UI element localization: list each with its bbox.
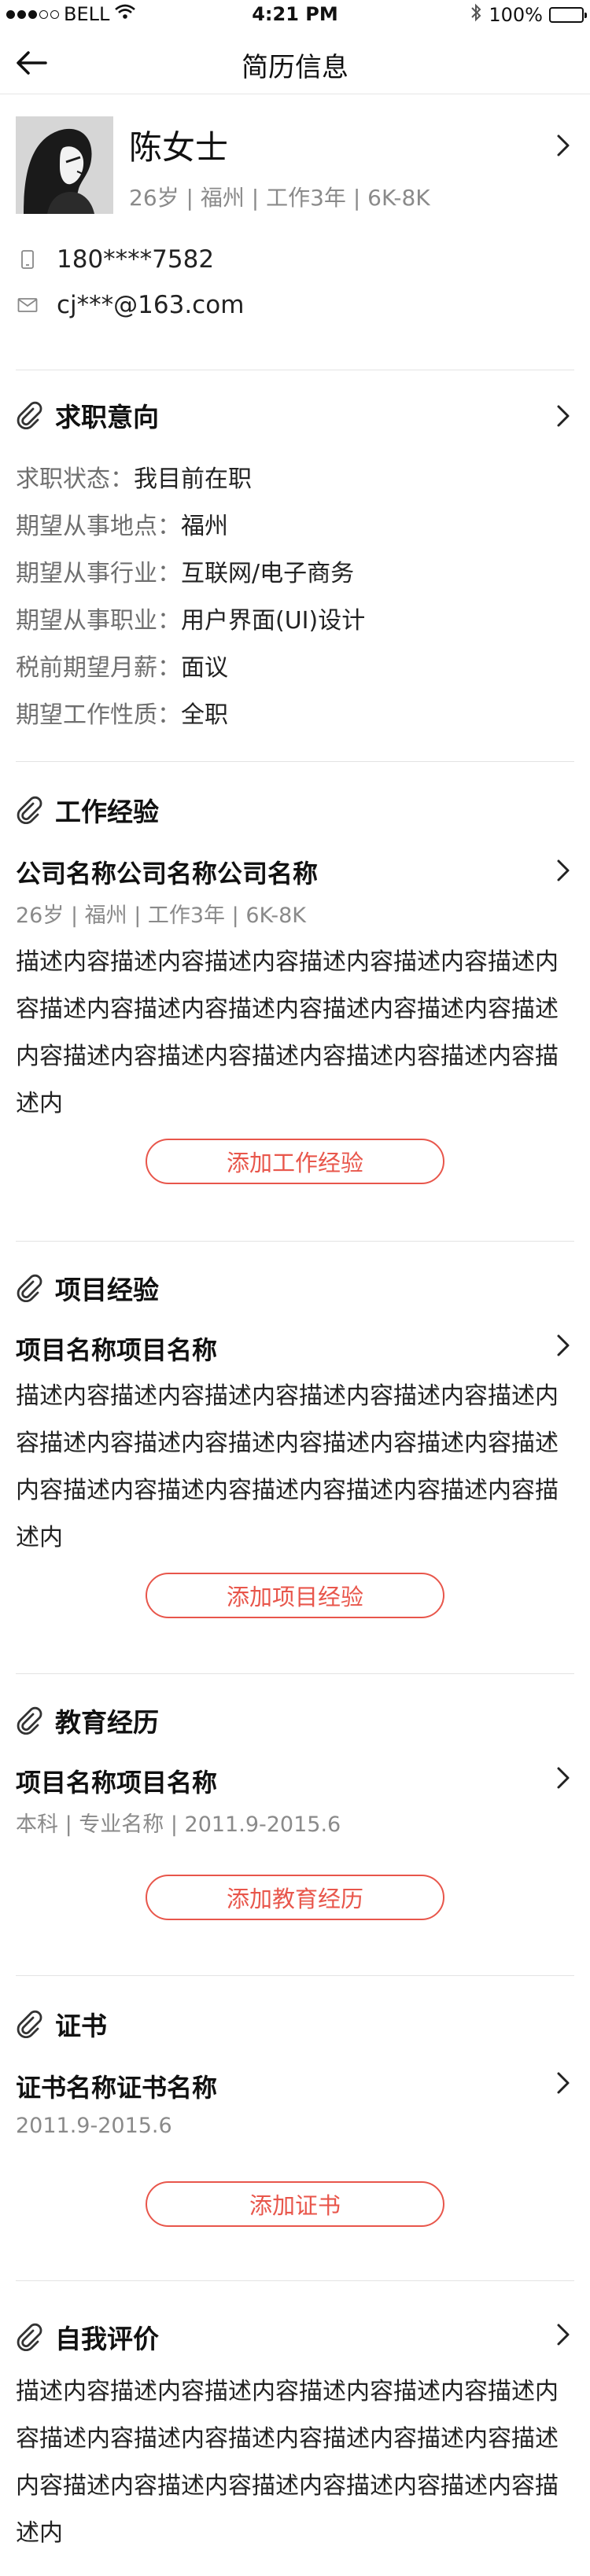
status-bar: BELL 4:21 PM 100% bbox=[0, 0, 590, 31]
certificate-item-meta: 2011.9-2015.6 bbox=[16, 2114, 172, 2138]
intention-row: 求职状态：我目前在职 bbox=[16, 466, 252, 493]
chevron-right-icon[interactable] bbox=[555, 134, 571, 157]
intention-row: 税前期望月薪：面议 bbox=[16, 654, 228, 682]
work-section: 工作经验 公司名称公司名称公司名称 26岁 | 福州 | 工作3年 | 6K-8… bbox=[16, 793, 574, 1186]
paperclip-icon bbox=[16, 2010, 44, 2039]
divider bbox=[16, 1673, 574, 1674]
education-item-meta: 本科 | 专业名称 | 2011.9-2015.6 bbox=[16, 1812, 341, 1837]
phone-icon bbox=[16, 248, 39, 271]
intention-row: 期望从事职业：用户界面(UI)设计 bbox=[16, 607, 366, 635]
paperclip-icon bbox=[16, 1274, 44, 1303]
paperclip-icon bbox=[16, 796, 44, 825]
intention-row: 期望从事地点：福州 bbox=[16, 513, 228, 540]
section-title: 证书 bbox=[55, 2011, 107, 2041]
work-description: 描述内容描述内容描述内容描述内容描述内容描述内容描述内容描述内容描述内容描述内容… bbox=[16, 948, 559, 1117]
work-item-meta: 26岁 | 福州 | 工作3年 | 6K-8K bbox=[16, 903, 306, 928]
section-title: 项目经验 bbox=[55, 1275, 159, 1305]
profile-section[interactable]: 陈女士 26岁 | 福州 | 工作3年 | 6K-8K 180****7582 … bbox=[16, 116, 574, 352]
certificate-section: 证书 证书名称证书名称 2011.9-2015.6 添加证书 bbox=[16, 2007, 574, 2243]
divider bbox=[16, 2280, 574, 2281]
divider bbox=[16, 1241, 574, 1242]
chevron-right-icon[interactable] bbox=[555, 2071, 571, 2095]
section-title: 自我评价 bbox=[55, 2324, 159, 2354]
section-title: 求职意向 bbox=[55, 402, 159, 432]
section-header: 教育经历 bbox=[16, 1703, 159, 1738]
project-description: 描述内容描述内容描述内容描述内容描述内容描述内容描述内容描述内容描述内容描述内容… bbox=[16, 1382, 559, 1551]
divider bbox=[16, 1975, 574, 1976]
phone-number: 180****7582 bbox=[57, 245, 215, 274]
section-header: 证书 bbox=[16, 2007, 107, 2041]
intention-row: 期望工作性质：全职 bbox=[16, 701, 228, 729]
work-item-title[interactable]: 公司名称公司名称公司名称 bbox=[16, 854, 318, 890]
section-header: 求职意向 bbox=[16, 398, 159, 432]
project-item-title[interactable]: 项目名称项目名称 bbox=[16, 1330, 217, 1367]
section-title: 教育经历 bbox=[55, 1707, 159, 1738]
status-right: 100% bbox=[470, 3, 587, 27]
chevron-right-icon[interactable] bbox=[555, 2323, 571, 2346]
section-header: 自我评价 bbox=[16, 2320, 159, 2354]
add-work-button[interactable]: 添加工作经验 bbox=[146, 1139, 444, 1184]
chevron-right-icon[interactable] bbox=[555, 1334, 571, 1357]
profile-name: 陈女士 bbox=[129, 128, 229, 167]
profile-meta: 26岁 | 福州 | 工作3年 | 6K-8K bbox=[129, 185, 430, 211]
paperclip-icon bbox=[16, 2323, 44, 2352]
battery-icon bbox=[549, 7, 587, 23]
project-section: 项目经验 项目名称项目名称 描述内容描述内容描述内容描述内容描述内容描述内容描述… bbox=[16, 1271, 574, 1632]
education-section: 教育经历 项目名称项目名称 本科 | 专业名称 | 2011.9-2015.6 … bbox=[16, 1703, 574, 1939]
intention-section[interactable]: 求职意向 求职状态：我目前在职 期望从事地点：福州 期望从事行业：互联网/电子商… bbox=[16, 398, 574, 729]
section-header: 项目经验 bbox=[16, 1271, 159, 1305]
phone-row: 180****7582 bbox=[16, 244, 214, 275]
chevron-right-icon[interactable] bbox=[555, 1766, 571, 1790]
paperclip-icon bbox=[16, 1706, 44, 1735]
bluetooth-icon bbox=[470, 3, 482, 27]
education-item-title[interactable]: 项目名称项目名称 bbox=[16, 1763, 217, 1799]
add-project-button[interactable]: 添加项目经验 bbox=[146, 1573, 444, 1618]
paperclip-icon bbox=[16, 401, 44, 430]
self-evaluation-description: 描述内容描述内容描述内容描述内容描述内容描述内容描述内容描述内容描述内容描述内容… bbox=[16, 2378, 559, 2547]
section-title: 工作经验 bbox=[55, 797, 159, 827]
self-evaluation-section[interactable]: 自我评价 描述内容描述内容描述内容描述内容描述内容描述内容描述内容描述内容描述内… bbox=[16, 2320, 574, 2571]
chevron-right-icon[interactable] bbox=[555, 859, 571, 882]
add-education-button[interactable]: 添加教育经历 bbox=[146, 1875, 444, 1920]
certificate-item-title[interactable]: 证书名称证书名称 bbox=[16, 2068, 217, 2104]
add-certificate-button[interactable]: 添加证书 bbox=[146, 2181, 444, 2227]
intention-row: 期望从事行业：互联网/电子商务 bbox=[16, 560, 355, 587]
mail-icon bbox=[16, 293, 39, 317]
avatar bbox=[16, 116, 113, 214]
section-header: 工作经验 bbox=[16, 793, 159, 827]
page-title: 简历信息 bbox=[242, 52, 348, 83]
email-row: cj***@163.com bbox=[16, 289, 244, 321]
email-address: cj***@163.com bbox=[57, 291, 245, 319]
battery-percent: 100% bbox=[489, 4, 543, 26]
divider bbox=[16, 761, 574, 762]
chevron-right-icon[interactable] bbox=[555, 404, 571, 428]
nav-bar: 简历信息 bbox=[0, 31, 590, 94]
